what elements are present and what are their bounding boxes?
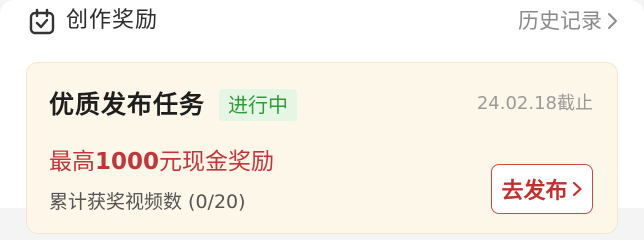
status-badge: 进行中 — [219, 89, 297, 121]
publish-button-label: 去发布 — [501, 179, 568, 204]
chevron-right-icon — [608, 13, 617, 29]
chevron-right-icon — [572, 181, 582, 197]
calendar-check-icon — [29, 8, 55, 35]
reward-text: 最高1000元现金奖励 — [49, 147, 274, 177]
creation-reward-panel: 创作奖励 历史记录 优质发布任务 进行中 24.02.18截止 最高1000元现… — [0, 0, 644, 234]
panel-header: 创作奖励 历史记录 — [0, 0, 644, 48]
history-link[interactable]: 历史记录 — [518, 6, 618, 36]
deadline-text: 24.02.18截止 — [476, 93, 593, 114]
reward-suffix: 元现金奖励 — [159, 149, 275, 175]
history-label: 历史记录 — [518, 9, 602, 33]
panel-title: 创作奖励 — [66, 8, 159, 33]
reward-prefix: 最高 — [49, 149, 95, 175]
reward-amount: 1000 — [95, 149, 160, 175]
task-card: 优质发布任务 进行中 24.02.18截止 最高1000元现金奖励 累计获奖视频… — [26, 62, 618, 234]
publish-button[interactable]: 去发布 — [491, 164, 593, 214]
progress-text: 累计获奖视频数 (0/20) — [49, 191, 246, 213]
task-title: 优质发布任务 — [49, 90, 206, 119]
